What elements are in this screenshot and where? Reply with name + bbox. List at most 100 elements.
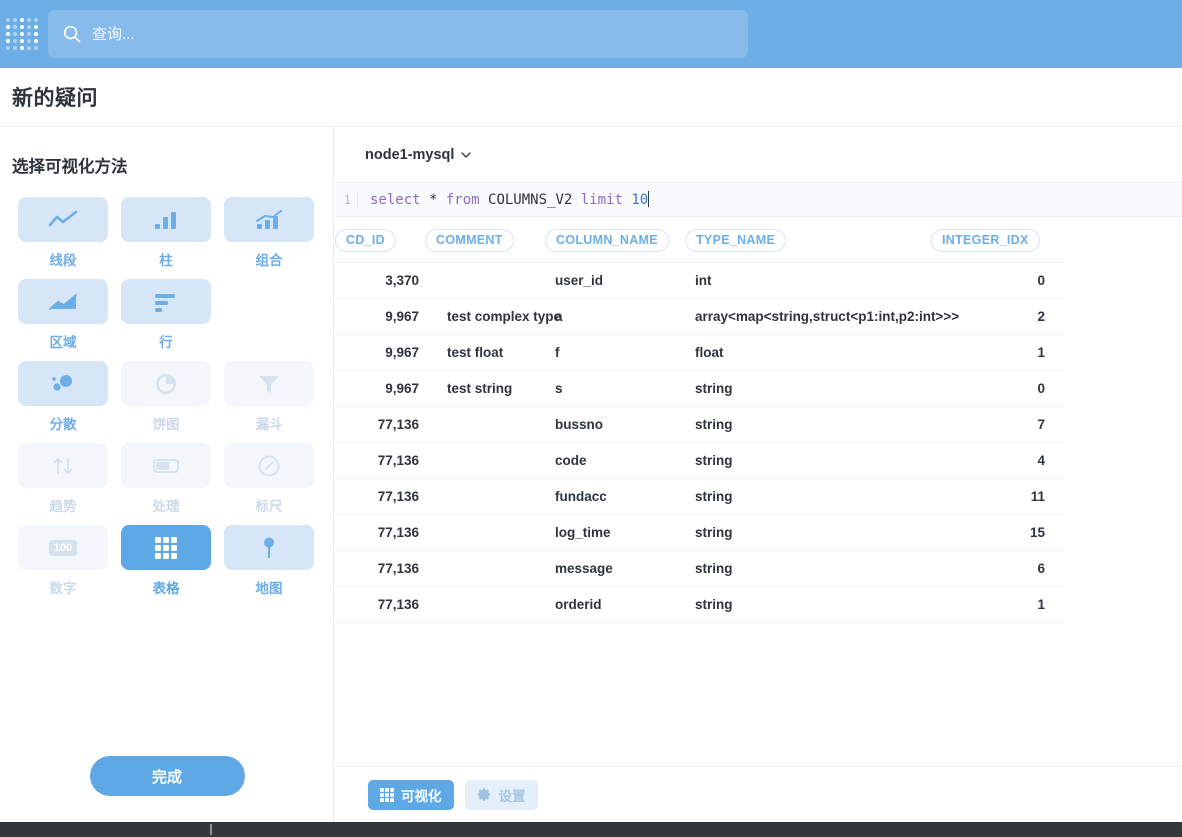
cell-integer-idx: 7 <box>931 406 1063 443</box>
top-bar <box>0 0 1182 68</box>
cell-column-name: message <box>545 550 685 587</box>
cell-cd-id: 9,967 <box>335 370 425 407</box>
column-header-pill[interactable]: TYPE_NAME <box>685 229 787 252</box>
page-header: 新的疑问 <box>0 68 1182 127</box>
visualize-button-label: 可视化 <box>401 788 442 804</box>
viz-option-row[interactable]: 行 <box>115 279 217 361</box>
cell-column-name: s <box>545 370 685 407</box>
table-row[interactable]: 77,136 orderid string 1 <box>335 586 1063 623</box>
viz-tile <box>121 279 211 324</box>
bar-chart-icon <box>155 211 176 229</box>
sql-editor[interactable]: 1 select * from COLUMNS_V2 limit 10 <box>335 183 1182 217</box>
cell-type-name: float <box>685 334 931 371</box>
viz-option-funnel[interactable]: 漏斗 <box>218 361 320 443</box>
cell-column-name: orderid <box>545 586 685 623</box>
row-chart-icon <box>155 293 175 312</box>
column-header-type-name: TYPE_NAME <box>685 217 931 263</box>
column-header-pill[interactable]: INTEGER_IDX <box>931 229 1040 252</box>
column-header-cd-id: CD_ID <box>335 217 425 263</box>
viz-option-map[interactable]: 地图 <box>218 525 320 607</box>
cell-integer-idx: 1 <box>931 586 1063 623</box>
gear-icon <box>477 788 490 801</box>
bottom-toolbar: 可视化 设置 <box>335 766 1182 822</box>
cell-cd-id: 9,967 <box>335 298 425 335</box>
settings-button[interactable]: 设置 <box>464 779 538 810</box>
table-row[interactable]: 77,136 message string 6 <box>335 550 1063 587</box>
visualize-button[interactable]: 可视化 <box>368 779 454 810</box>
viz-option-label: 行 <box>159 335 173 350</box>
line-chart-icon <box>48 210 78 226</box>
viz-option-label: 区域 <box>49 335 77 350</box>
column-header-column-name: COLUMN_NAME <box>545 217 685 263</box>
viz-option-number[interactable]: 100 数字 <box>12 525 114 607</box>
table-row[interactable]: 77,136 fundacc string 11 <box>335 478 1063 515</box>
gauge-icon <box>258 455 280 476</box>
viz-option-gauge[interactable]: 标尺 <box>218 443 320 525</box>
cell-comment: test complex type <box>425 298 561 335</box>
viz-option-label: 表格 <box>152 581 180 596</box>
map-pin-icon <box>264 537 274 558</box>
viz-option-label: 标尺 <box>255 499 283 514</box>
table-row[interactable]: 9,967 test complex type a array<map<stri… <box>335 298 1063 335</box>
cell-integer-idx: 6 <box>931 550 1063 587</box>
table-row[interactable]: 3,370 user_id int 0 <box>335 262 1063 299</box>
database-selector[interactable]: node1-mysql <box>365 147 472 163</box>
taskbar-indicator <box>210 824 212 835</box>
viz-option-progress[interactable]: 处理 <box>115 443 217 525</box>
sql-token-limit: limit <box>580 192 623 208</box>
viz-tile: 100 <box>18 525 108 570</box>
cell-type-name: string <box>685 586 931 623</box>
column-header-pill[interactable]: CD_ID <box>335 229 397 252</box>
editor-line-number: 1 <box>343 192 351 207</box>
done-button[interactable]: 完成 <box>89 756 245 796</box>
viz-option-label: 组合 <box>255 253 283 268</box>
table-row[interactable]: 9,967 test string s string 0 <box>335 370 1063 407</box>
viz-tile <box>224 443 314 488</box>
system-taskbar <box>0 822 1182 837</box>
cell-type-name: string <box>685 442 931 479</box>
cell-integer-idx: 0 <box>931 262 1063 299</box>
table-row[interactable]: 77,136 log_time string 15 <box>335 514 1063 551</box>
viz-tile <box>121 361 211 406</box>
table-row[interactable]: 77,136 code string 4 <box>335 442 1063 479</box>
table-row[interactable]: 9,967 test float f float 1 <box>335 334 1063 371</box>
viz-option-area[interactable]: 区域 <box>12 279 114 361</box>
viz-option-label: 线段 <box>49 253 77 268</box>
app-logo[interactable] <box>0 0 44 68</box>
cell-comment <box>425 406 545 443</box>
viz-option-scatter[interactable]: 分散 <box>12 361 114 443</box>
viz-option-label: 数字 <box>49 581 77 596</box>
cell-type-name: string <box>685 406 931 443</box>
sql-token-star: * <box>420 192 446 208</box>
cell-type-name: int <box>685 262 931 299</box>
cell-comment <box>425 550 545 587</box>
search-input[interactable] <box>92 25 734 43</box>
column-header-pill[interactable]: COMMENT <box>425 229 514 252</box>
viz-option-pie[interactable]: 饼图 <box>115 361 217 443</box>
cell-type-name: string <box>685 550 931 587</box>
viz-option-line[interactable]: 线段 <box>12 197 114 279</box>
cell-column-name: a <box>545 298 685 335</box>
visualization-grid: 线段 柱 组合 区域 行 分散 饼图 漏斗 趋势 处理 标尺 100 数字 表格… <box>12 197 322 607</box>
pie-chart-icon <box>156 373 176 394</box>
cell-cd-id: 77,136 <box>335 406 425 443</box>
viz-tile <box>224 197 314 242</box>
viz-tile <box>18 361 108 406</box>
table-row[interactable]: 77,136 bussno string 7 <box>335 406 1063 443</box>
viz-option-combo[interactable]: 组合 <box>218 197 320 279</box>
search-bar[interactable] <box>48 10 748 58</box>
viz-option-bar[interactable]: 柱 <box>115 197 217 279</box>
viz-option-label: 趋势 <box>49 499 77 514</box>
column-header-integer-idx: INTEGER_IDX <box>931 217 1063 263</box>
sidebar-title: 选择可视化方法 <box>12 158 128 176</box>
sql-query-text[interactable]: select * from COLUMNS_V2 limit 10 <box>357 191 1182 208</box>
combo-chart-icon <box>256 209 282 229</box>
cell-column-name: bussno <box>545 406 685 443</box>
column-header-pill[interactable]: COLUMN_NAME <box>545 229 669 252</box>
viz-option-trend[interactable]: 趋势 <box>12 443 114 525</box>
scatter-chart-icon <box>52 374 72 391</box>
cell-comment <box>425 586 545 623</box>
table-header-row: CD_ID COMMENT COLUMN_NAME TYPE_NAME INTE… <box>335 217 1063 263</box>
viz-option-table[interactable]: 表格 <box>115 525 217 607</box>
sql-token-from: from <box>445 192 480 208</box>
